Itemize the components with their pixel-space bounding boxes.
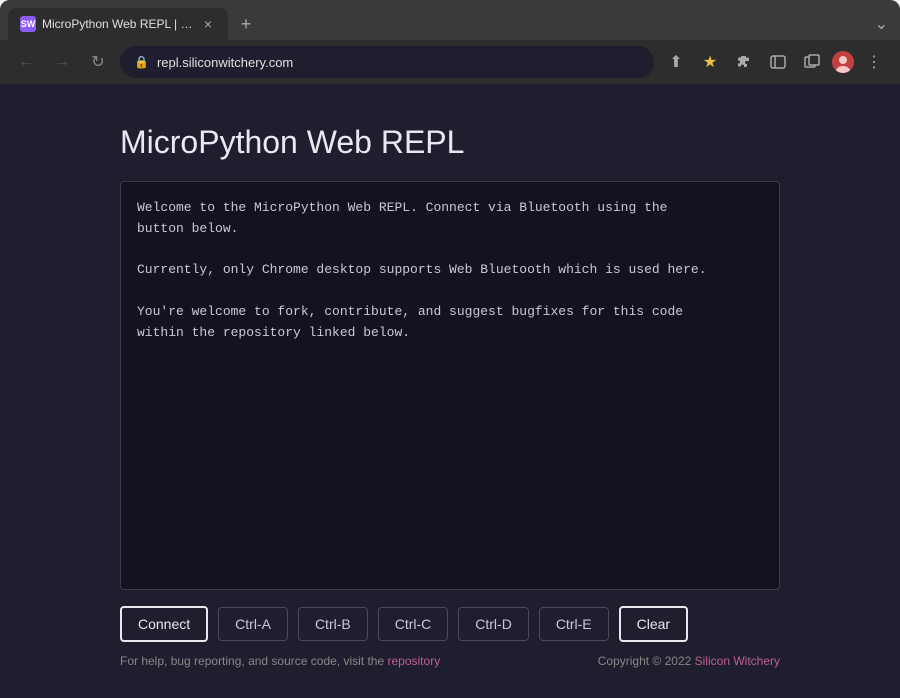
ctrl-a-button[interactable]: Ctrl-A	[218, 607, 288, 641]
tab-bar: SW MicroPython Web REPL | Silico… × + ⌄	[0, 0, 900, 40]
tab-favicon: SW	[20, 16, 36, 32]
terminal-line-4: Currently, only Chrome desktop supports …	[137, 262, 707, 277]
tab-bar-chevron[interactable]: ⌄	[871, 10, 892, 38]
address-field[interactable]: 🔒 repl.siliconwitchery.com	[120, 46, 654, 78]
share-icon[interactable]: ⬆	[662, 48, 690, 76]
menu-icon[interactable]: ⋮	[860, 48, 888, 76]
bookmark-icon[interactable]: ★	[696, 48, 724, 76]
browser-chrome: SW MicroPython Web REPL | Silico… × + ⌄ …	[0, 0, 900, 84]
address-text: repl.siliconwitchery.com	[157, 55, 293, 70]
terminal-line-7: within the repository linked below.	[137, 325, 410, 340]
active-tab[interactable]: SW MicroPython Web REPL | Silico… ×	[8, 8, 228, 40]
ctrl-e-button[interactable]: Ctrl-E	[539, 607, 609, 641]
ctrl-b-button[interactable]: Ctrl-B	[298, 607, 368, 641]
connect-button[interactable]: Connect	[120, 606, 208, 642]
terminal-line-1: Welcome to the MicroPython Web REPL. Con…	[137, 200, 668, 215]
terminal-line-2: button below.	[137, 221, 238, 236]
ctrl-d-button[interactable]: Ctrl-D	[458, 607, 529, 641]
page-title: MicroPython Web REPL	[120, 124, 780, 161]
toolbar-right: ⬆ ★	[662, 48, 888, 76]
window-icon[interactable]	[798, 48, 826, 76]
sidebar-icon[interactable]	[764, 48, 792, 76]
tab-close-button[interactable]: ×	[200, 16, 216, 32]
lock-icon: 🔒	[134, 55, 149, 69]
back-button[interactable]: ←	[12, 48, 40, 76]
tab-title: MicroPython Web REPL | Silico…	[42, 17, 194, 31]
repository-link[interactable]: repository	[388, 654, 441, 668]
extensions-icon[interactable]	[730, 48, 758, 76]
footer-left-text: For help, bug reporting, and source code…	[120, 654, 388, 668]
clear-button[interactable]: Clear	[619, 606, 688, 642]
page-content: MicroPython Web REPL Welcome to the Micr…	[0, 84, 900, 698]
new-tab-button[interactable]: +	[232, 10, 260, 38]
silicon-witchery-link[interactable]: Silicon Witchery	[695, 654, 780, 668]
terminal-line-6: You're welcome to fork, contribute, and …	[137, 304, 683, 319]
button-row: Connect Ctrl-A Ctrl-B Ctrl-C Ctrl-D Ctrl…	[120, 606, 780, 642]
terminal-output[interactable]: Welcome to the MicroPython Web REPL. Con…	[120, 181, 780, 590]
footer-right: Copyright © 2022 Silicon Witchery	[598, 654, 780, 668]
forward-button[interactable]: →	[48, 48, 76, 76]
footer-right-text: Copyright © 2022	[598, 654, 695, 668]
address-bar: ← → ↻ 🔒 repl.siliconwitchery.com ⬆ ★	[0, 40, 900, 84]
ctrl-c-button[interactable]: Ctrl-C	[378, 607, 449, 641]
profile-avatar[interactable]	[832, 51, 854, 73]
reload-button[interactable]: ↻	[84, 48, 112, 76]
footer-left: For help, bug reporting, and source code…	[120, 654, 440, 668]
footer: For help, bug reporting, and source code…	[120, 654, 780, 668]
